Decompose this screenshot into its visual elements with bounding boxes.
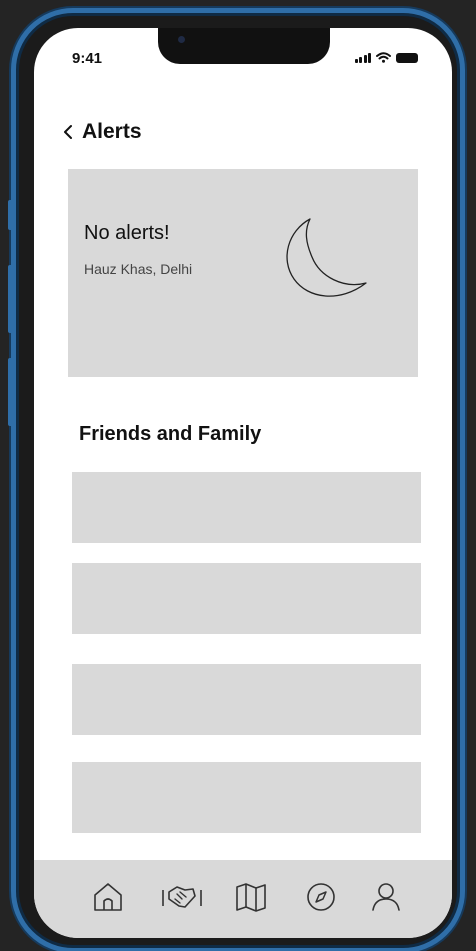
signal-icon (354, 52, 371, 63)
alert-location: Hauz Khas, Delhi (84, 261, 193, 277)
status-time: 9:41 (72, 50, 103, 67)
handshake-icon (162, 886, 202, 908)
camera-icon (178, 36, 185, 43)
alert-title: No alerts! (84, 222, 170, 244)
notch (158, 28, 330, 64)
wifi-icon (376, 52, 391, 63)
tab-bar (34, 860, 452, 938)
moon-icon (286, 218, 367, 297)
contact-row[interactable] (72, 472, 421, 543)
device-stage: 9:41 Alerts No alerts! Hauz Khas, Delhi (0, 0, 476, 951)
battery-icon (396, 52, 418, 63)
tab-explore[interactable] (304, 880, 338, 914)
tab-map[interactable] (234, 880, 268, 914)
page-title: Alerts (82, 120, 142, 143)
phone-screen: 9:41 Alerts No alerts! Hauz Khas, Delhi (34, 28, 452, 938)
compass-icon (307, 883, 335, 911)
mute-switch (8, 200, 14, 230)
volume-up-button (8, 265, 14, 333)
page-header: Alerts (62, 120, 142, 144)
tab-handshake[interactable] (160, 880, 204, 914)
chevron-left-icon[interactable] (62, 124, 74, 140)
tab-profile[interactable] (369, 880, 403, 914)
home-icon (94, 883, 122, 911)
alert-card[interactable]: No alerts! Hauz Khas, Delhi (68, 169, 418, 377)
contact-row[interactable] (72, 762, 421, 833)
contact-row[interactable] (72, 563, 421, 634)
volume-down-button (8, 358, 14, 426)
tab-home[interactable] (91, 880, 125, 914)
user-icon (372, 883, 400, 911)
section-title-friends: Friends and Family (79, 423, 262, 445)
status-icons (354, 52, 418, 63)
contact-row[interactable] (72, 664, 421, 735)
map-icon (236, 883, 266, 912)
